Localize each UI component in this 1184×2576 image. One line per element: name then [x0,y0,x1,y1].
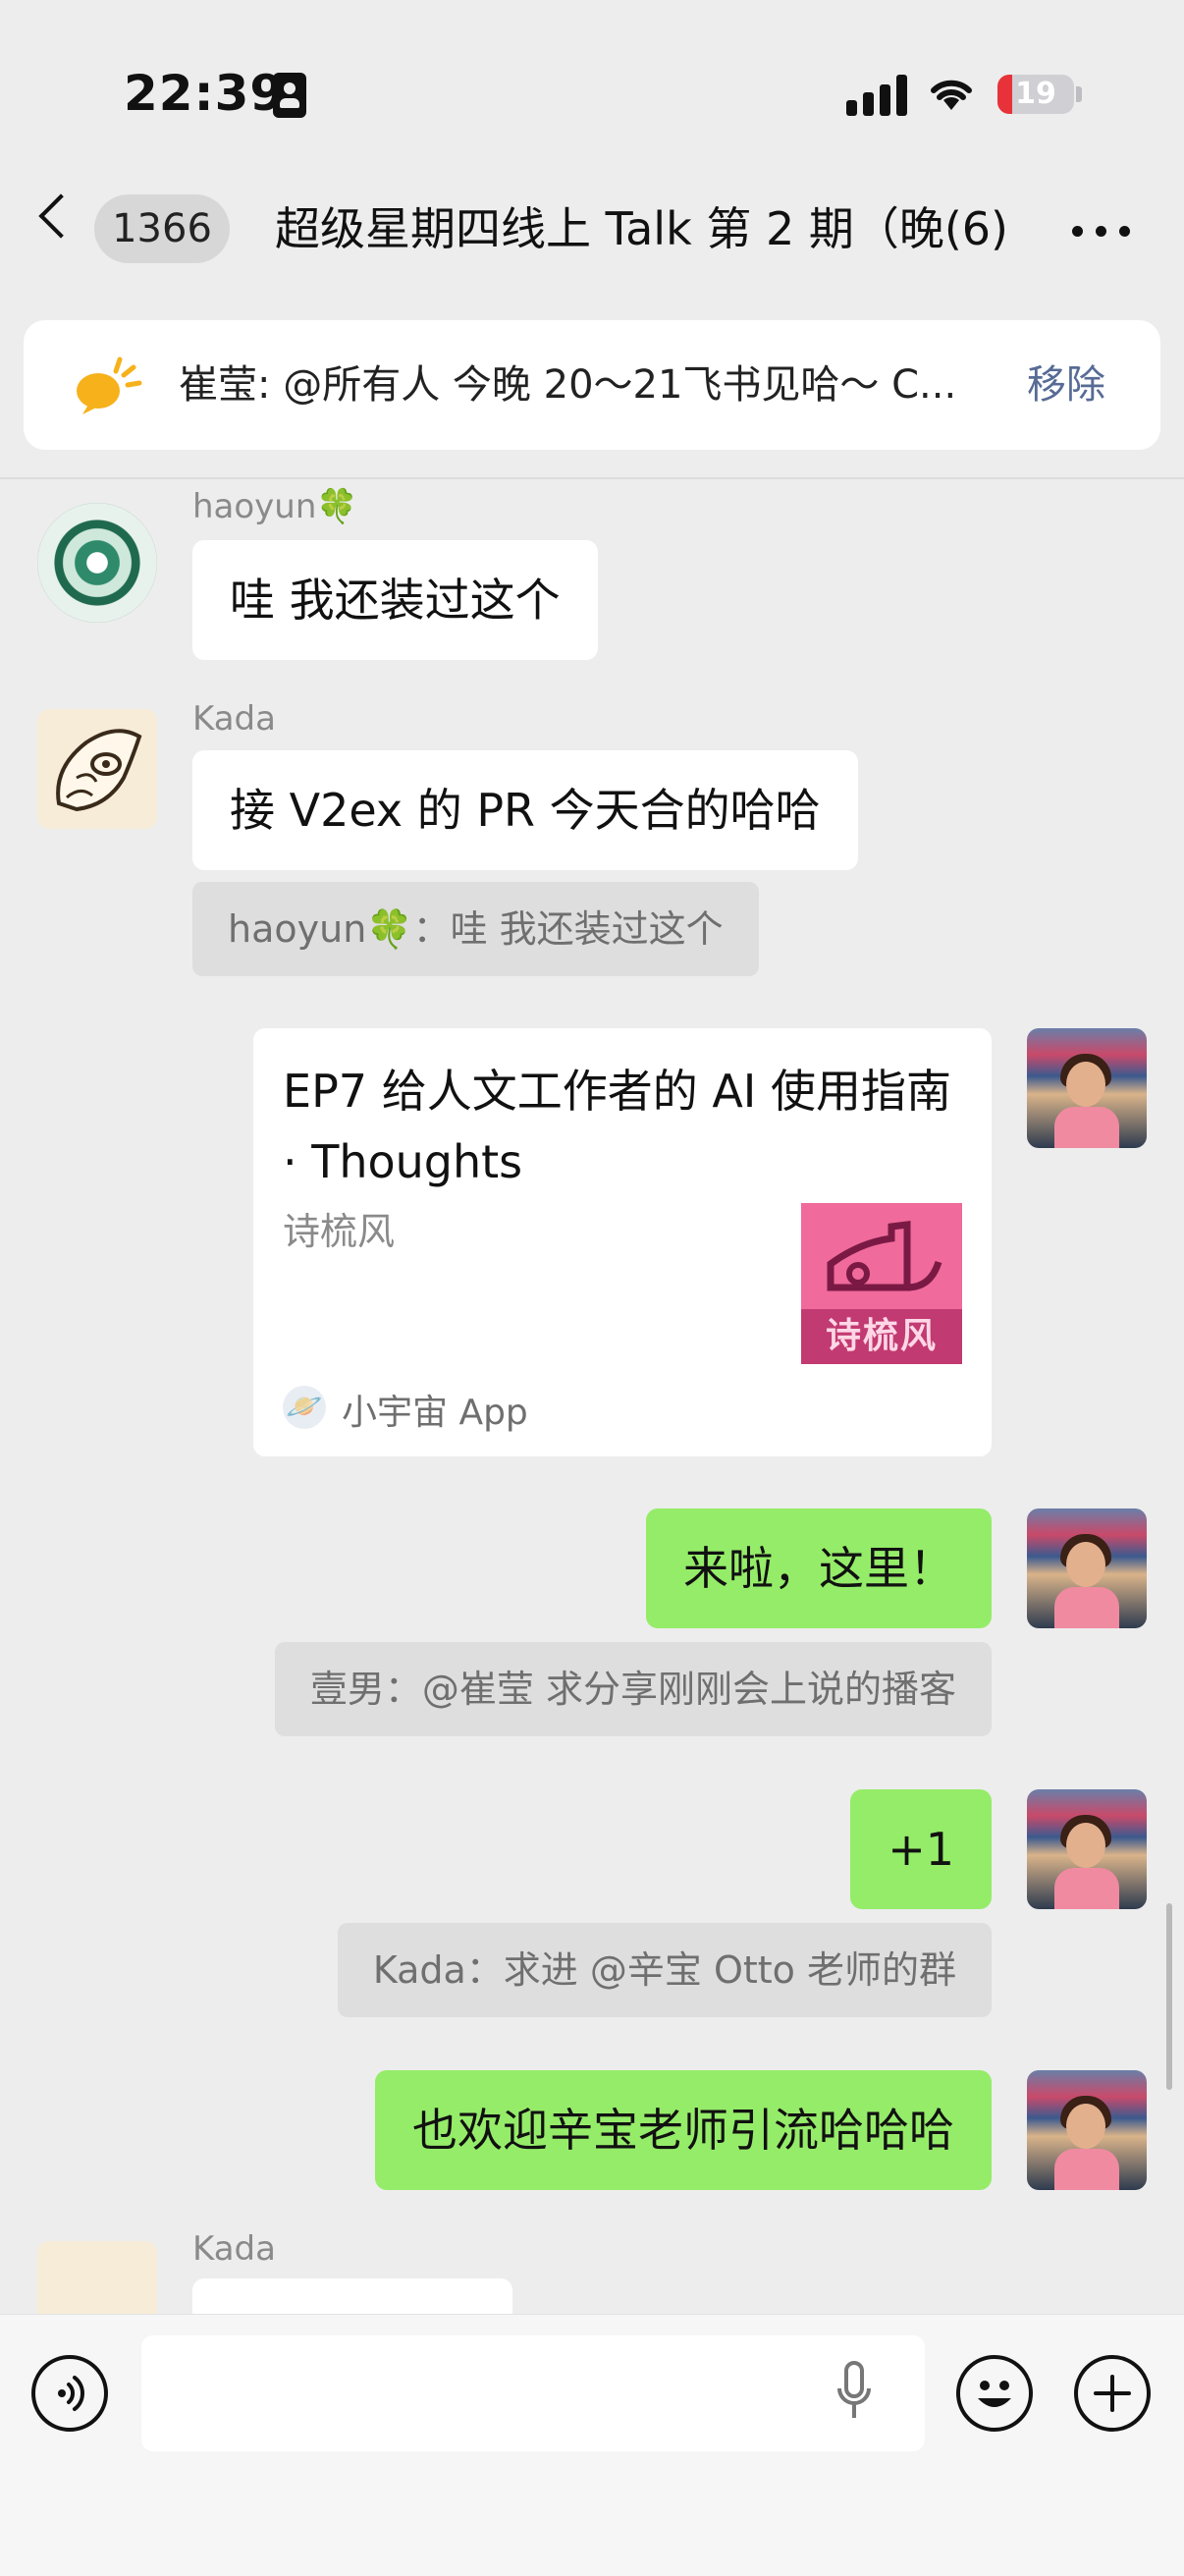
avatar[interactable] [37,503,157,623]
unread-badge[interactable]: 1366 [94,194,230,263]
planet-icon: 🪐 [283,1386,326,1429]
avatar[interactable] [1027,1508,1147,1628]
avatar[interactable] [1027,2070,1147,2190]
card-subtitle: 诗梳风 [283,1210,396,1253]
podcast-thumbnail: 诗梳风 [801,1203,962,1364]
wifi-icon [927,73,976,119]
sender-name: Kada [192,2229,276,2269]
battery-icon: 19 [997,75,1074,114]
message-bubble[interactable]: +1 [850,1789,992,1909]
announcement-icon [69,354,143,416]
message-bubble[interactable]: 哇 我还装过这个 [192,540,598,660]
divider [0,477,1184,479]
card-title: EP7 给人文工作者的 AI 使用指南 · Thoughts [283,1065,951,1188]
more-icon[interactable] [1072,226,1131,238]
emoji-icon[interactable] [956,2355,1033,2432]
plus-icon[interactable] [1074,2355,1151,2432]
voice-icon[interactable] [31,2355,108,2432]
thumbnail-label: 诗梳风 [801,1309,962,1364]
message-bubble[interactable]: 也欢迎辛宝老师引流哈哈哈 [375,2070,992,2190]
quoted-message[interactable]: haoyun🍀：哇 我还装过这个 [192,882,759,976]
chevron-left-icon[interactable] [38,193,83,239]
quoted-message[interactable]: 壹男：@崔莹 求分享刚刚会上说的播客 [274,1642,992,1736]
shell-icon [56,729,142,812]
contact-card-icon [273,73,306,118]
mic-icon[interactable] [836,2361,872,2426]
message-input[interactable] [141,2335,925,2451]
avatar[interactable] [1027,1789,1147,1909]
chat-title: 超级星期四线上 Talk 第 2 期（晚(6) [275,202,1009,255]
scrollbar[interactable] [1166,1903,1172,2090]
card-source: 小宇宙 App [342,1393,528,1433]
avatar[interactable] [37,709,157,829]
message-bubble[interactable] [192,2278,512,2314]
podcast-logo-icon [827,1221,942,1291]
link-card[interactable]: EP7 给人文工作者的 AI 使用指南 · Thoughts 诗梳风 诗梳风 🪐… [253,1028,992,1456]
quoted-message[interactable]: Kada：求进 @辛宝 Otto 老师的群 [337,1923,992,2017]
battery-level: 19 [1015,77,1056,111]
avatar[interactable] [1027,1028,1147,1148]
pinned-announcement[interactable]: 崔莹: @所有人 今晚 20～21飞书见哈～ C... 移除 [24,320,1160,450]
status-time: 22:39 [124,65,286,122]
message-bubble[interactable]: 接 V2ex 的 PR 今天合的哈哈 [192,750,858,870]
pinned-text: 崔莹: @所有人 今晚 20～21飞书见哈～ C... [179,362,957,408]
remove-pin-button[interactable]: 移除 [1027,320,1105,450]
sender-name: haoyun🍀 [192,487,358,526]
avatar[interactable] [37,2241,157,2314]
cellular-signal-icon [846,75,907,116]
message-bubble[interactable]: 来啦，这里！ [646,1508,992,1628]
battery-tip [1076,86,1082,102]
sender-name: Kada [192,699,276,739]
